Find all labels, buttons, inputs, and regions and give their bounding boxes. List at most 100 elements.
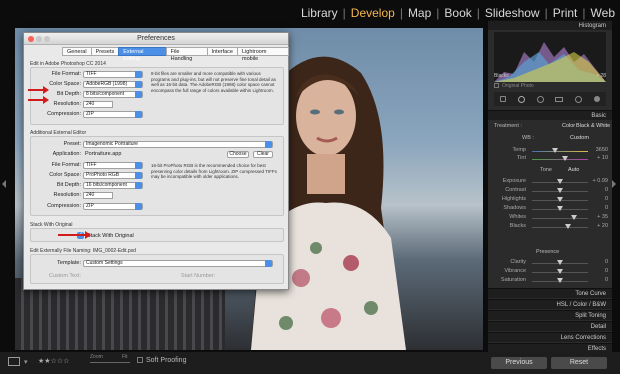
close-window-button[interactable] [28,36,34,42]
module-book[interactable]: Book [439,6,476,20]
left-panel-toggle[interactable] [0,0,10,374]
presence-label: Presence [536,249,560,255]
wb-label: WB : [522,135,534,141]
section-additional-editor: Preset: Imagenomic Portraiture Applicati… [30,136,284,216]
dialog-title: Preferences [137,35,175,42]
resolution-input-2[interactable]: 240 [83,192,113,199]
zoom-slider[interactable] [90,362,130,363]
compression-select-2[interactable]: ZIP [83,203,143,210]
rating-stars[interactable]: ★★☆☆☆ [38,357,69,365]
preferences-dialog: Preferences General Presets External Editi… [23,32,289,290]
preset-select[interactable]: Imagenomic Portraiture [83,141,273,148]
application-label: Application: [52,151,81,157]
tab-interface[interactable]: Interface [206,47,238,56]
panel-header-hsl-color-b-w[interactable]: HSL / Color / B&W [488,299,612,309]
tone-auto-button[interactable]: Auto [568,167,579,173]
resolution-label-2: Resolution: [53,192,81,198]
tab-presets[interactable]: Presets [90,47,120,56]
collapse-right-icon[interactable] [612,180,616,188]
slider-exposure[interactable]: Exposure + 0.99 [492,178,608,186]
slider-highlights[interactable]: Highlights 0 [492,196,608,204]
choose-button[interactable]: Choose [227,151,249,158]
slider-whites[interactable]: Whites + 35 [492,214,608,222]
reset-button[interactable]: Reset [551,357,607,369]
clear-button[interactable]: Clear [253,151,273,158]
module-develop[interactable]: Develop [346,6,400,20]
treatment-label: Treatment : [494,123,522,129]
red-arrow-icon [28,96,49,104]
collapse-left-icon[interactable] [2,180,6,188]
template-label: Template: [57,260,81,266]
blacks-readout-label: Blacks [494,73,509,79]
application-name: Portraiture.app [85,151,122,157]
panel-header-split-toning[interactable]: Split Toning [488,310,612,320]
temp-slider[interactable]: Temp 3650 [492,147,608,155]
section-file-naming: Template: Custom Settings Custom Text: S… [30,254,284,284]
original-photo-label: Original Photo [502,83,534,89]
color-space-select-2[interactable]: ProPhoto RGB [83,172,143,179]
photoshop-note: 8-bit files are smaller and more compati… [151,71,276,93]
additional-note: 16-bit ProPhoto RGB is the recommended c… [151,163,277,179]
adjustment-brush-icon[interactable] [594,96,601,102]
slider-blacks[interactable]: Blacks + 20 [492,223,608,231]
tab-external-editing[interactable]: External Editing [118,47,167,62]
soft-proofing-label: Soft Proofing [146,357,187,364]
module-library[interactable]: Library [296,6,343,20]
tint-slider[interactable]: Tint + 10 [492,155,608,163]
loupe-view-icon[interactable] [8,357,20,366]
file-format-select-2[interactable]: TIFF [83,162,143,169]
color-space-select[interactable]: AdobeRGB (1998) [83,81,143,88]
slider-contrast[interactable]: Contrast 0 [492,187,608,195]
module-slideshow[interactable]: Slideshow [480,6,545,20]
fit-label: Fit [122,354,128,360]
slider-vibrance[interactable]: Vibrance 0 [492,268,608,276]
module-map[interactable]: Map [403,6,436,20]
soft-proofing-checkbox[interactable] [137,357,143,363]
zoom-window-button[interactable] [44,36,50,42]
file-format-select[interactable]: TIFF [83,71,143,78]
module-print[interactable]: Print [548,6,583,20]
minimize-window-button[interactable] [36,36,42,42]
tab-lightroom-mobile[interactable]: Lightroom mobile [236,47,289,62]
panel-header-tone-curve[interactable]: Tone Curve [488,288,612,298]
spot-removal-icon[interactable] [517,95,525,103]
zoom-label: Zoom [90,354,103,360]
treatment-bw[interactable]: Black & White [576,123,610,129]
compression-select[interactable]: ZIP [83,111,143,118]
template-select[interactable]: Custom Settings [83,260,273,267]
tab-general[interactable]: General [62,47,92,56]
basic-header[interactable]: Basic [488,110,612,120]
histogram-graph [494,32,606,82]
bit-depth-select-2[interactable]: 16 bits/component [83,182,143,189]
treatment-color[interactable]: Color [562,123,575,129]
histogram-header[interactable]: Histogram [488,20,612,30]
wb-select[interactable]: Custom [570,135,589,141]
red-eye-icon[interactable] [536,95,544,103]
slider-saturation[interactable]: Saturation 0 [492,277,608,285]
slider-clarity[interactable]: Clarity 0 [492,259,608,267]
custom-text-label: Custom Text: [49,273,81,279]
section-photoshop: File Format: TIFF Color Space: AdobeRGB … [30,67,284,125]
tab-file-handling[interactable]: File Handling [165,47,208,62]
slider-shadows[interactable]: Shadows 0 [492,205,608,213]
original-photo-checkbox[interactable] [494,83,499,88]
stack-checkbox-label: Stack With Original [87,233,134,239]
bit-depth-label-2: Bit Depth: [56,182,81,188]
blacks-readout-value: + 28 [596,73,606,79]
red-arrow-icon [28,86,49,94]
before-after-icon[interactable]: ▾ [24,358,28,366]
resolution-label: Resolution: [53,101,81,107]
bit-depth-select[interactable]: 8 bits/component [83,91,143,98]
panel-header-lens-corrections[interactable]: Lens Corrections [488,332,612,342]
panel-header-detail[interactable]: Detail [488,321,612,331]
file-format-label-2: File Format: [51,162,81,168]
radial-filter-icon[interactable] [575,95,583,103]
crop-icon[interactable] [499,96,506,102]
previous-button[interactable]: Previous [491,357,547,369]
module-web[interactable]: Web [586,6,620,20]
graduated-filter-icon[interactable] [555,96,564,102]
resolution-input[interactable]: 240 [83,101,113,108]
compression-label: Compression: [47,111,81,117]
tool-strip [494,92,606,106]
red-arrow-icon [58,231,91,239]
